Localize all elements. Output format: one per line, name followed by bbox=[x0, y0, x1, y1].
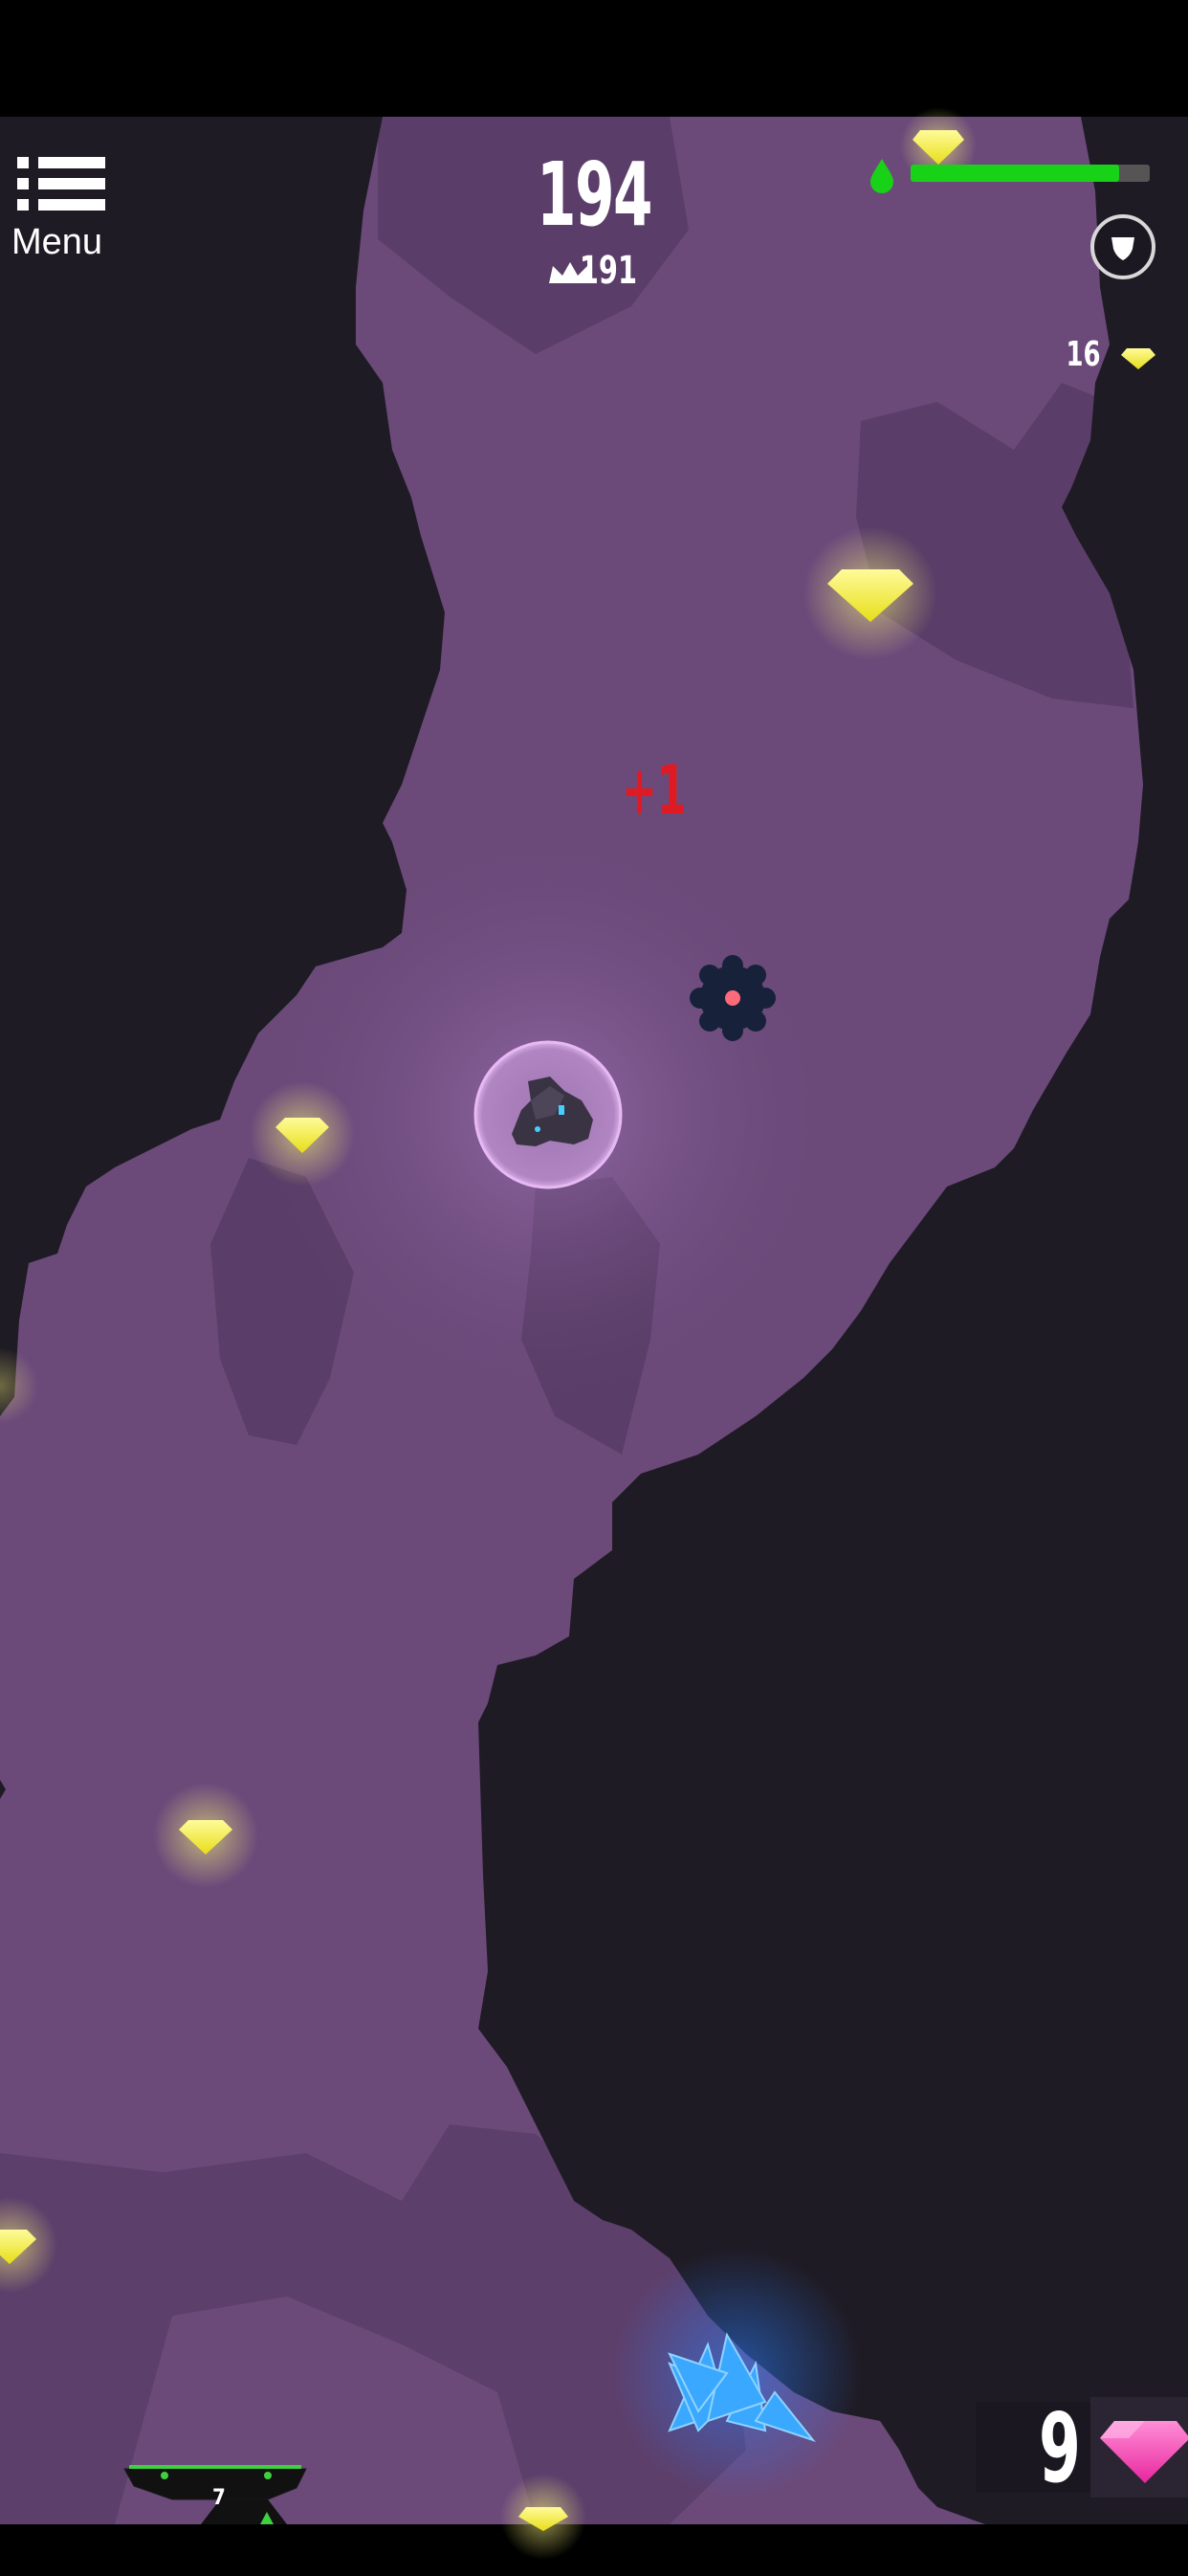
hamburger-icon bbox=[17, 157, 105, 211]
yellow-gem-icon bbox=[250, 1081, 355, 1187]
cave-scene bbox=[0, 0, 1188, 2572]
current-score: 194 bbox=[536, 144, 653, 246]
fuel-bar-fill bbox=[911, 165, 1119, 182]
menu-label: Menu bbox=[11, 222, 103, 262]
player-ship bbox=[473, 1040, 623, 1189]
best-score: 191 bbox=[579, 249, 637, 293]
yellow-gem-icon bbox=[500, 2474, 586, 2560]
shield-button[interactable] bbox=[1090, 214, 1155, 279]
game-stage[interactable]: Menu 194 191 16 +1 9 7 bbox=[0, 0, 1188, 2572]
fuel-bar bbox=[911, 165, 1150, 182]
spiked-mine-hazard bbox=[690, 955, 776, 1041]
score-popup: +1 bbox=[622, 751, 687, 830]
boost-pad-level: 7 bbox=[212, 2486, 226, 2510]
yellow-gem-icon bbox=[153, 1783, 258, 1888]
best-score-row: 191 bbox=[545, 249, 637, 293]
shield-icon bbox=[1111, 237, 1134, 260]
pink-gem-count[interactable]: 9 bbox=[1039, 2392, 1081, 2504]
menu-button[interactable]: Menu bbox=[11, 153, 111, 268]
gem-count: 16 bbox=[1066, 335, 1101, 374]
pink-gem-panel bbox=[976, 2397, 1188, 2498]
yellow-gem-icon bbox=[803, 526, 937, 660]
